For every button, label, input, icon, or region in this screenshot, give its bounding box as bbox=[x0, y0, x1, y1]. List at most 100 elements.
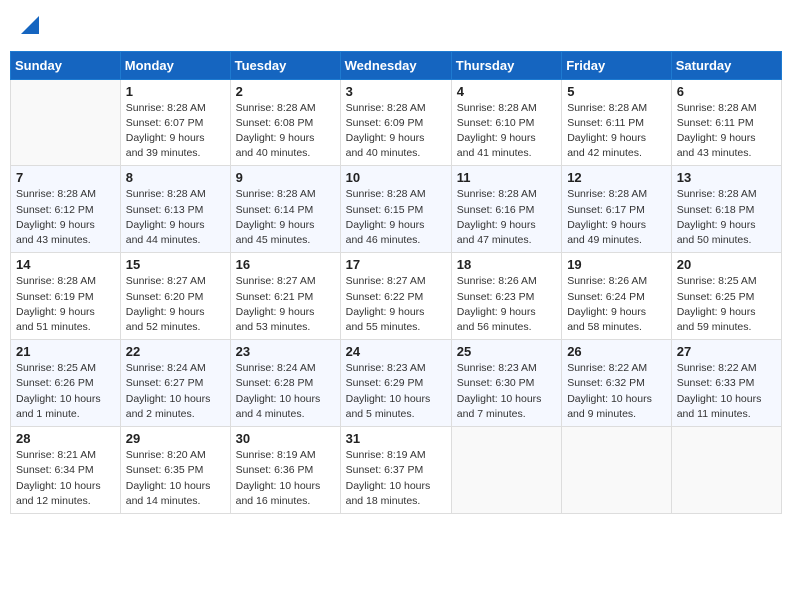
day-number: 5 bbox=[567, 84, 666, 99]
calendar-week-row: 14 Sunrise: 8:28 AMSunset: 6:19 PMDayligh… bbox=[11, 253, 782, 340]
day-info: Sunrise: 8:28 AMSunset: 6:19 PMDaylight:… bbox=[16, 274, 115, 335]
calendar-week-row: 1 Sunrise: 8:28 AMSunset: 6:07 PMDaylight… bbox=[11, 79, 782, 166]
calendar-cell: 16 Sunrise: 8:27 AMSunset: 6:21 PMDayligh… bbox=[230, 253, 340, 340]
day-number: 7 bbox=[16, 170, 115, 185]
day-number: 3 bbox=[346, 84, 446, 99]
calendar-cell: 24Sunrise: 8:23 AMSunset: 6:29 PMDayligh… bbox=[340, 340, 451, 427]
page-header bbox=[10, 10, 782, 43]
logo bbox=[18, 14, 39, 39]
calendar-cell: 11 Sunrise: 8:28 AMSunset: 6:16 PMDayligh… bbox=[451, 166, 561, 253]
calendar-cell bbox=[11, 79, 121, 166]
weekday-header-friday: Friday bbox=[562, 51, 672, 79]
day-info: Sunrise: 8:28 AMSunset: 6:17 PMDaylight:… bbox=[567, 187, 666, 248]
day-info: Sunrise: 8:26 AMSunset: 6:24 PMDaylight:… bbox=[567, 274, 666, 335]
calendar-header-row: SundayMondayTuesdayWednesdayThursdayFrid… bbox=[11, 51, 782, 79]
day-info: Sunrise: 8:28 AMSunset: 6:15 PMDaylight:… bbox=[346, 187, 446, 248]
day-info: Sunrise: 8:22 AMSunset: 6:32 PMDaylight:… bbox=[567, 361, 666, 422]
calendar-cell: 20Sunrise: 8:25 AMSunset: 6:25 PMDayligh… bbox=[671, 253, 781, 340]
calendar-table: SundayMondayTuesdayWednesdayThursdayFrid… bbox=[10, 51, 782, 514]
day-number: 19 bbox=[567, 257, 666, 272]
calendar-week-row: 21 Sunrise: 8:25 AMSunset: 6:26 PMDayligh… bbox=[11, 340, 782, 427]
day-info: Sunrise: 8:28 AMSunset: 6:16 PMDaylight:… bbox=[457, 187, 556, 248]
day-number: 8 bbox=[126, 170, 225, 185]
day-number: 12 bbox=[567, 170, 666, 185]
calendar-cell: 17Sunrise: 8:27 AMSunset: 6:22 PMDayligh… bbox=[340, 253, 451, 340]
calendar-cell: 10 Sunrise: 8:28 AMSunset: 6:15 PMDayligh… bbox=[340, 166, 451, 253]
weekday-header-monday: Monday bbox=[120, 51, 230, 79]
calendar-week-row: 7 Sunrise: 8:28 AMSunset: 6:12 PMDaylight… bbox=[11, 166, 782, 253]
day-info: Sunrise: 8:22 AMSunset: 6:33 PMDaylight:… bbox=[677, 361, 776, 422]
day-info: Sunrise: 8:23 AMSunset: 6:30 PMDaylight:… bbox=[457, 361, 556, 422]
calendar-cell: 29 Sunrise: 8:20 AMSunset: 6:35 PMDayligh… bbox=[120, 427, 230, 514]
day-number: 2 bbox=[236, 84, 335, 99]
calendar-cell bbox=[451, 427, 561, 514]
day-number: 23 bbox=[236, 344, 335, 359]
day-info: Sunrise: 8:28 AMSunset: 6:10 PMDaylight:… bbox=[457, 101, 556, 162]
day-info: Sunrise: 8:28 AMSunset: 6:13 PMDaylight:… bbox=[126, 187, 225, 248]
day-number: 29 bbox=[126, 431, 225, 446]
day-info: Sunrise: 8:27 AMSunset: 6:20 PMDaylight:… bbox=[126, 274, 225, 335]
day-info: Sunrise: 8:28 AMSunset: 6:14 PMDaylight:… bbox=[236, 187, 335, 248]
day-info: Sunrise: 8:28 AMSunset: 6:08 PMDaylight:… bbox=[236, 101, 335, 162]
day-number: 22 bbox=[126, 344, 225, 359]
day-info: Sunrise: 8:28 AMSunset: 6:11 PMDaylight:… bbox=[677, 101, 776, 162]
day-info: Sunrise: 8:26 AMSunset: 6:23 PMDaylight:… bbox=[457, 274, 556, 335]
calendar-cell: 15Sunrise: 8:27 AMSunset: 6:20 PMDayligh… bbox=[120, 253, 230, 340]
calendar-cell: 18 Sunrise: 8:26 AMSunset: 6:23 PMDayligh… bbox=[451, 253, 561, 340]
day-info: Sunrise: 8:27 AMSunset: 6:21 PMDaylight:… bbox=[236, 274, 335, 335]
calendar-cell: 2 Sunrise: 8:28 AMSunset: 6:08 PMDaylight… bbox=[230, 79, 340, 166]
day-number: 27 bbox=[677, 344, 776, 359]
day-number: 1 bbox=[126, 84, 225, 99]
day-number: 20 bbox=[677, 257, 776, 272]
day-info: Sunrise: 8:25 AMSunset: 6:26 PMDaylight:… bbox=[16, 361, 115, 422]
calendar-cell: 19 Sunrise: 8:26 AMSunset: 6:24 PMDayligh… bbox=[562, 253, 672, 340]
day-info: Sunrise: 8:28 AMSunset: 6:07 PMDaylight:… bbox=[126, 101, 225, 162]
day-number: 25 bbox=[457, 344, 556, 359]
day-number: 21 bbox=[16, 344, 115, 359]
day-info: Sunrise: 8:19 AMSunset: 6:36 PMDaylight:… bbox=[236, 448, 335, 509]
calendar-cell: 22Sunrise: 8:24 AMSunset: 6:27 PMDayligh… bbox=[120, 340, 230, 427]
day-number: 14 bbox=[16, 257, 115, 272]
day-info: Sunrise: 8:20 AMSunset: 6:35 PMDaylight:… bbox=[126, 448, 225, 509]
day-number: 18 bbox=[457, 257, 556, 272]
day-info: Sunrise: 8:28 AMSunset: 6:18 PMDaylight:… bbox=[677, 187, 776, 248]
day-number: 31 bbox=[346, 431, 446, 446]
day-number: 26 bbox=[567, 344, 666, 359]
weekday-header-sunday: Sunday bbox=[11, 51, 121, 79]
weekday-header-tuesday: Tuesday bbox=[230, 51, 340, 79]
logo-icon bbox=[21, 16, 39, 34]
calendar-cell: 13 Sunrise: 8:28 AMSunset: 6:18 PMDayligh… bbox=[671, 166, 781, 253]
day-info: Sunrise: 8:28 AMSunset: 6:09 PMDaylight:… bbox=[346, 101, 446, 162]
calendar-cell bbox=[671, 427, 781, 514]
calendar-week-row: 28Sunrise: 8:21 AMSunset: 6:34 PMDayligh… bbox=[11, 427, 782, 514]
day-info: Sunrise: 8:28 AMSunset: 6:12 PMDaylight:… bbox=[16, 187, 115, 248]
day-info: Sunrise: 8:24 AMSunset: 6:28 PMDaylight:… bbox=[236, 361, 335, 422]
calendar-cell: 3 Sunrise: 8:28 AMSunset: 6:09 PMDaylight… bbox=[340, 79, 451, 166]
day-number: 30 bbox=[236, 431, 335, 446]
calendar-cell: 8 Sunrise: 8:28 AMSunset: 6:13 PMDaylight… bbox=[120, 166, 230, 253]
calendar-cell: 4Sunrise: 8:28 AMSunset: 6:10 PMDaylight… bbox=[451, 79, 561, 166]
calendar-cell: 5 Sunrise: 8:28 AMSunset: 6:11 PMDaylight… bbox=[562, 79, 672, 166]
weekday-header-thursday: Thursday bbox=[451, 51, 561, 79]
day-number: 16 bbox=[236, 257, 335, 272]
day-info: Sunrise: 8:28 AMSunset: 6:11 PMDaylight:… bbox=[567, 101, 666, 162]
calendar-cell: 7 Sunrise: 8:28 AMSunset: 6:12 PMDaylight… bbox=[11, 166, 121, 253]
day-number: 11 bbox=[457, 170, 556, 185]
calendar-cell: 6 Sunrise: 8:28 AMSunset: 6:11 PMDaylight… bbox=[671, 79, 781, 166]
day-number: 13 bbox=[677, 170, 776, 185]
weekday-header-wednesday: Wednesday bbox=[340, 51, 451, 79]
calendar-cell bbox=[562, 427, 672, 514]
day-number: 10 bbox=[346, 170, 446, 185]
calendar-cell: 31Sunrise: 8:19 AMSunset: 6:37 PMDayligh… bbox=[340, 427, 451, 514]
day-info: Sunrise: 8:23 AMSunset: 6:29 PMDaylight:… bbox=[346, 361, 446, 422]
day-number: 28 bbox=[16, 431, 115, 446]
weekday-header-saturday: Saturday bbox=[671, 51, 781, 79]
day-number: 9 bbox=[236, 170, 335, 185]
calendar-cell: 26 Sunrise: 8:22 AMSunset: 6:32 PMDayligh… bbox=[562, 340, 672, 427]
calendar-cell: 28Sunrise: 8:21 AMSunset: 6:34 PMDayligh… bbox=[11, 427, 121, 514]
day-number: 6 bbox=[677, 84, 776, 99]
calendar-cell: 12 Sunrise: 8:28 AMSunset: 6:17 PMDayligh… bbox=[562, 166, 672, 253]
calendar-cell: 21 Sunrise: 8:25 AMSunset: 6:26 PMDayligh… bbox=[11, 340, 121, 427]
calendar-cell: 23 Sunrise: 8:24 AMSunset: 6:28 PMDayligh… bbox=[230, 340, 340, 427]
calendar-cell: 25 Sunrise: 8:23 AMSunset: 6:30 PMDayligh… bbox=[451, 340, 561, 427]
